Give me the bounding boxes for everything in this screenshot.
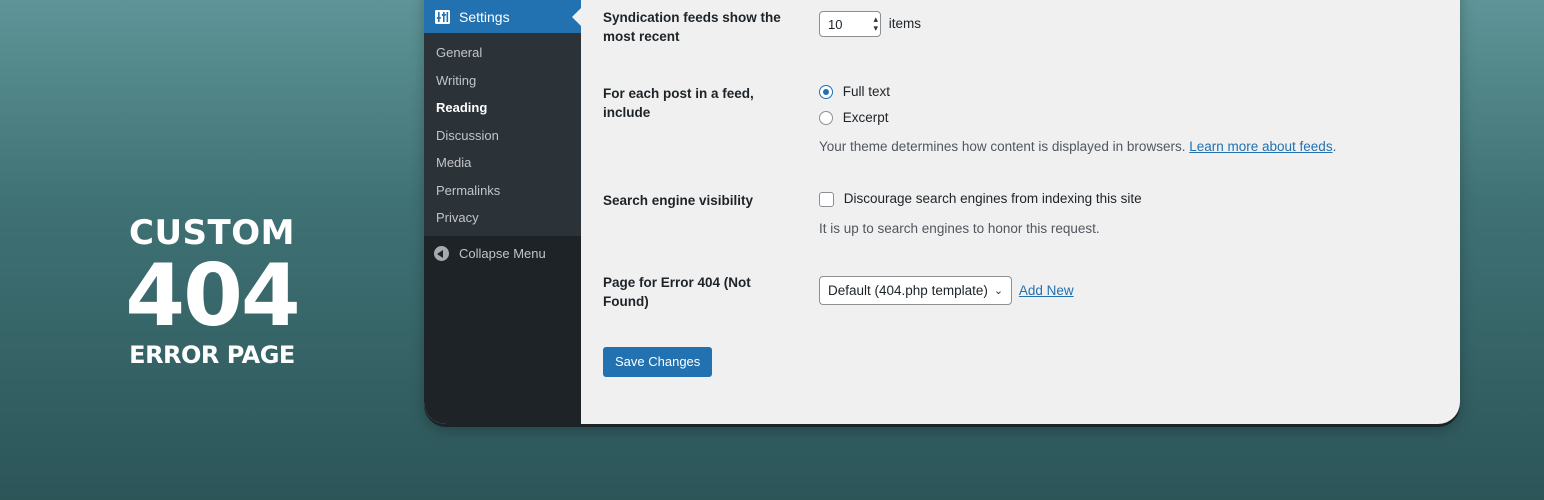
spinner-arrows-icon[interactable]: ▴ ▾ xyxy=(873,15,878,33)
collapse-arrow-icon xyxy=(434,246,449,261)
save-changes-button[interactable]: Save Changes xyxy=(603,347,713,377)
feeds-control: 10 ▴ ▾ items xyxy=(819,11,921,37)
add-new-link[interactable]: Add New xyxy=(1019,283,1074,298)
radio-excerpt-label: Excerpt xyxy=(842,110,889,125)
radio-excerpt[interactable] xyxy=(819,111,833,126)
submenu-item-writing[interactable]: Writing xyxy=(436,71,500,99)
collapse-menu-label: Collapse Menu xyxy=(459,246,546,261)
feed-option-full[interactable]: Full text xyxy=(819,84,891,100)
collapse-menu-button[interactable]: Collapse Menu xyxy=(434,246,546,261)
chevron-down-icon: ⌄ xyxy=(993,285,1004,297)
learn-more-feeds-link[interactable]: Learn more about feeds xyxy=(1189,139,1332,154)
feed-desc-text: Your theme determines how content is dis… xyxy=(819,139,1186,154)
settings-submenu: General Writing Reading Discussion Media… xyxy=(436,43,500,236)
radio-full-text-label: Full text xyxy=(842,84,891,99)
search-visibility-label: Search engine visibility xyxy=(603,193,754,208)
feeds-count-input[interactable]: 10 ▴ ▾ xyxy=(819,11,881,37)
reading-settings-form: Syndication feeds show the most recent 1… xyxy=(581,0,1460,424)
submenu-item-permalinks[interactable]: Permalinks xyxy=(436,181,500,209)
submenu-item-reading[interactable]: Reading xyxy=(436,98,500,126)
feed-desc-period: . xyxy=(1332,139,1337,154)
error404-selected-value: Default (404.php template) xyxy=(828,283,988,298)
feed-option-excerpt[interactable]: Excerpt xyxy=(819,110,889,126)
feeds-label: Syndication feeds show the most recent xyxy=(603,10,781,44)
headline-error-page: ERROR PAGE xyxy=(129,341,295,369)
headline-404: 404 xyxy=(125,246,301,346)
error404-control: Default (404.php template) ⌄ Add New xyxy=(819,276,1074,305)
current-menu-arrow xyxy=(572,8,581,26)
feed-content-label: For each post in a feed, include xyxy=(603,86,754,120)
feeds-count-value: 10 xyxy=(828,17,843,32)
error404-label: Page for Error 404 (Not Found) xyxy=(603,275,751,309)
promo-headline: CUSTOM 404 ERROR PAGE xyxy=(110,212,314,370)
submenu-item-discussion[interactable]: Discussion xyxy=(436,126,500,154)
admin-sidebar: Settings General Writing Reading Discuss… xyxy=(424,0,581,424)
settings-sliders-icon xyxy=(435,9,450,24)
sidebar-item-settings[interactable]: Settings xyxy=(424,0,581,33)
feeds-suffix: items xyxy=(888,15,922,31)
radio-full-text[interactable] xyxy=(819,85,833,100)
submenu-item-general[interactable]: General xyxy=(436,43,500,71)
wp-admin-window: Settings General Writing Reading Discuss… xyxy=(424,0,1460,424)
submenu-item-media[interactable]: Media xyxy=(436,153,500,181)
search-visibility-description: It is up to search engines to honor this… xyxy=(819,221,1100,236)
sidebar-item-settings-label: Settings xyxy=(459,8,510,25)
discourage-search-label: Discourage search engines from indexing … xyxy=(843,191,1142,206)
search-visibility-control[interactable]: Discourage search engines from indexing … xyxy=(819,191,1142,207)
submenu-item-privacy[interactable]: Privacy xyxy=(436,208,500,236)
feed-content-description: Your theme determines how content is dis… xyxy=(819,139,1336,154)
error404-page-select[interactable]: Default (404.php template) ⌄ xyxy=(819,276,1013,305)
discourage-search-checkbox[interactable] xyxy=(819,191,834,207)
